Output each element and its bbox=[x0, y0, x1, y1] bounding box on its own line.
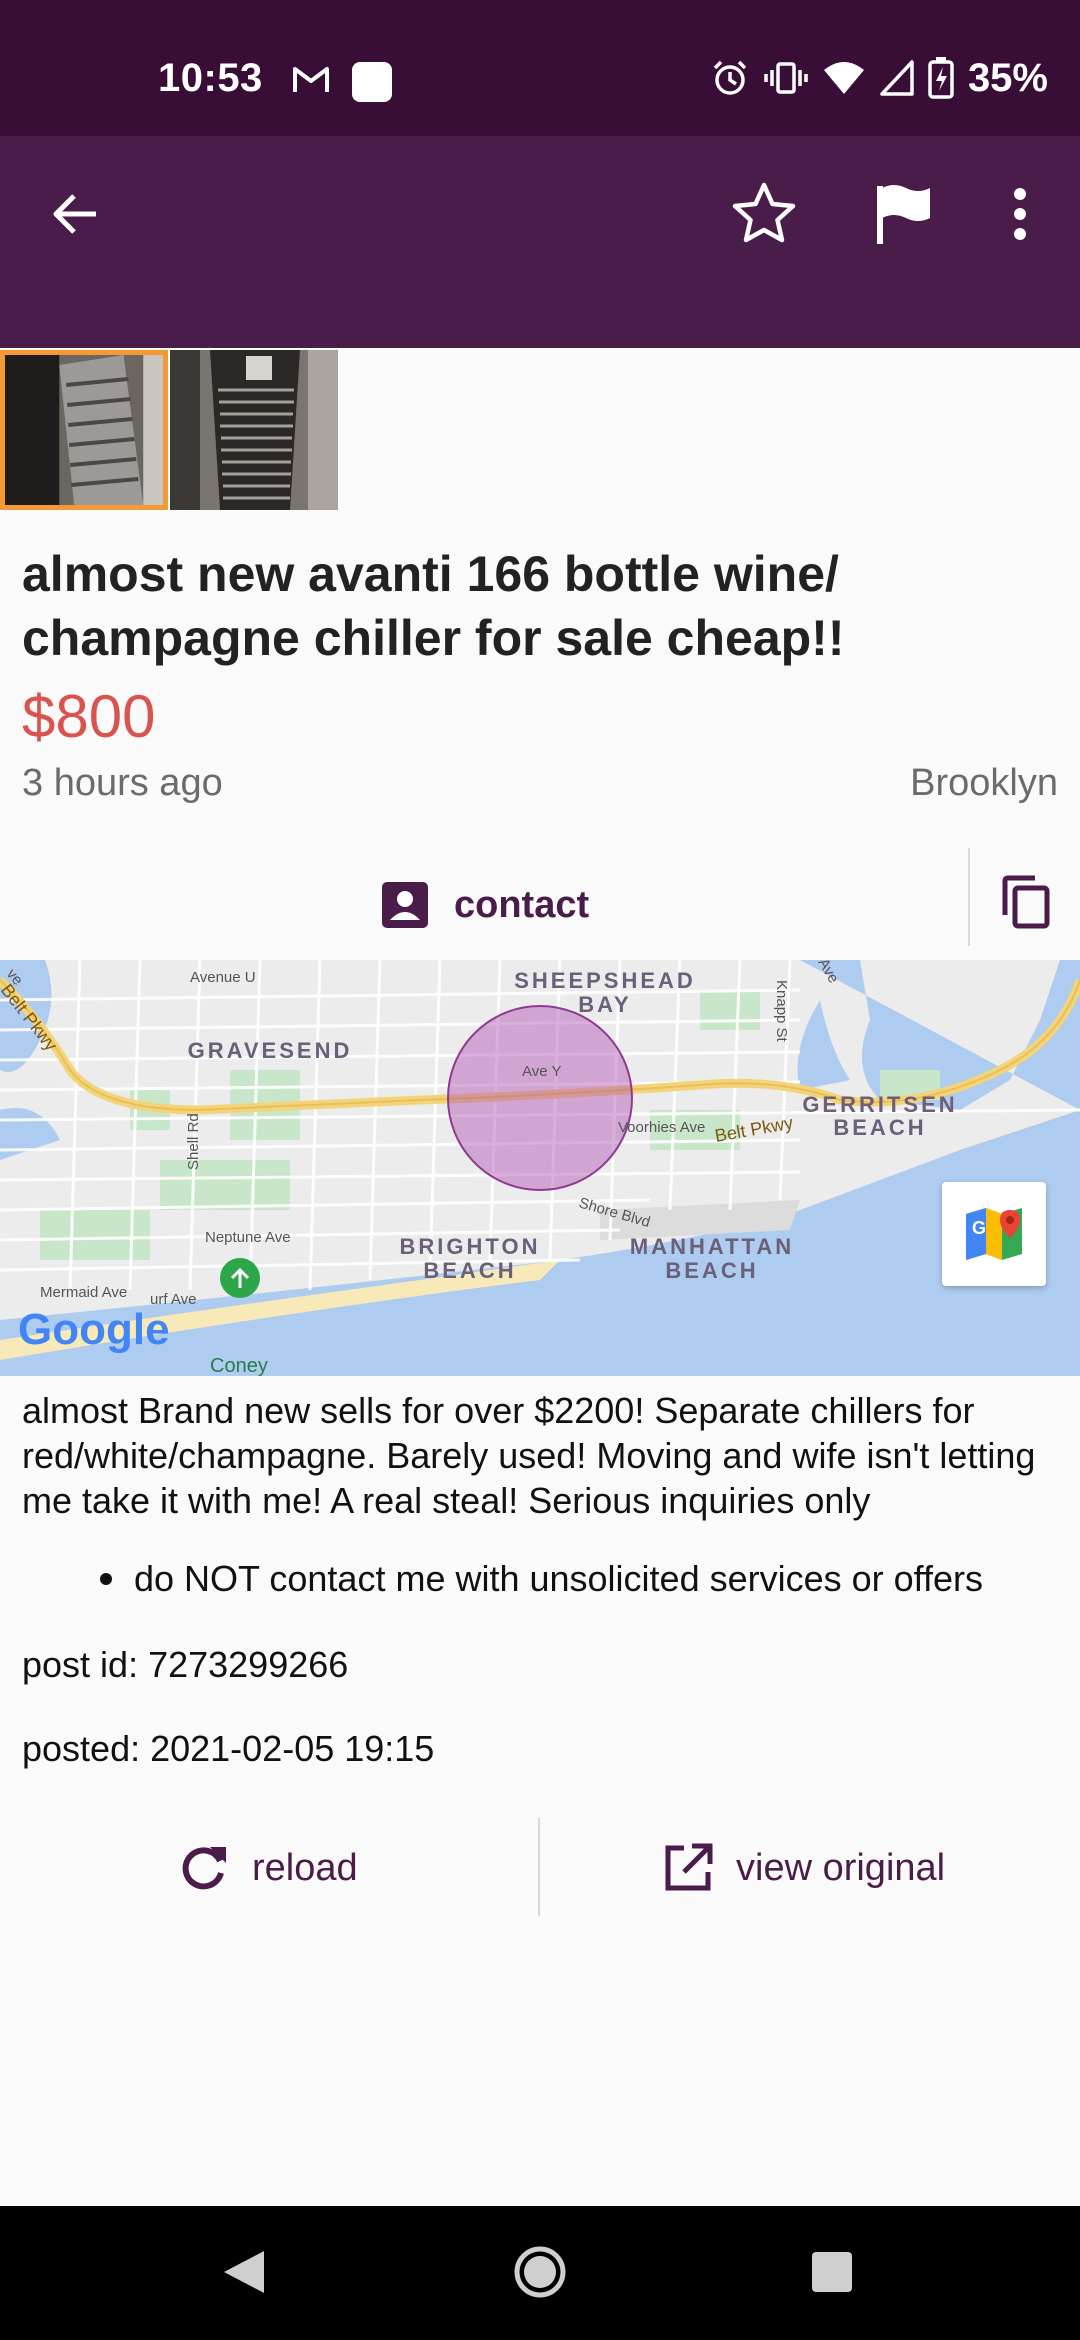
map-label-coney: Coney bbox=[210, 1355, 268, 1376]
view-original-button[interactable]: view original bbox=[662, 1838, 945, 1898]
signal-icon bbox=[880, 60, 914, 96]
alarm-icon bbox=[713, 60, 747, 95]
posted-date: posted: 2021-02-05 19:15 bbox=[22, 1728, 435, 1769]
google-logo: Google bbox=[18, 1305, 170, 1354]
contact-card-icon bbox=[382, 882, 428, 928]
map-label-gravesend: GRAVESEND bbox=[188, 1038, 353, 1063]
bullet-item: do NOT contact me with unsolicited servi… bbox=[100, 1558, 983, 1600]
location-map[interactable]: SHEEPSHEAD BAY GRAVESEND GERRITSEN BEACH… bbox=[0, 960, 1080, 1376]
app-square-icon bbox=[352, 62, 392, 102]
battery-percent: 35% bbox=[967, 55, 1048, 100]
bullet-dot bbox=[100, 1573, 112, 1585]
map-label-gerritsen-beach: BEACH bbox=[833, 1115, 926, 1140]
map-label-shell: Shell Rd bbox=[185, 1113, 202, 1170]
map-label-voorhies: Voorhies Ave bbox=[618, 1119, 705, 1136]
contact-button[interactable]: contact bbox=[380, 870, 589, 940]
open-in-new-icon bbox=[665, 1843, 713, 1891]
map-label-manhattan: MANHATTAN bbox=[630, 1234, 794, 1259]
reload-label: reload bbox=[252, 1846, 358, 1889]
app-bar bbox=[0, 136, 1080, 348]
divider bbox=[538, 1818, 540, 1916]
screen: 10:53 35% almost new avanti 166 bottle w… bbox=[0, 0, 1080, 2340]
map-label-mermaid: Mermaid Ave bbox=[40, 1284, 127, 1301]
map-label-neptune: Neptune Ave bbox=[205, 1229, 291, 1246]
back-triangle-icon[interactable] bbox=[204, 2232, 284, 2312]
star-outline-icon[interactable] bbox=[728, 178, 800, 250]
listing-description: almost Brand new sells for over $2200! S… bbox=[22, 1390, 1036, 1521]
map-label-avenue-u: Avenue U bbox=[190, 969, 256, 986]
gmail-icon bbox=[293, 67, 329, 92]
system-nav-bar bbox=[0, 2206, 1080, 2340]
reload-icon bbox=[182, 1847, 226, 1890]
view-original-label: view original bbox=[736, 1846, 946, 1889]
thumbnail-2[interactable] bbox=[170, 350, 338, 510]
photo-gallery bbox=[0, 350, 340, 512]
thumbnail-1[interactable] bbox=[0, 350, 168, 510]
divider bbox=[968, 848, 970, 946]
status-bar: 10:53 35% bbox=[0, 0, 1080, 136]
map-label-brighton-beach: BEACH bbox=[423, 1258, 516, 1283]
map-label-brighton: BRIGHTON bbox=[400, 1234, 541, 1259]
map-label-knapp: Knapp St bbox=[773, 980, 790, 1043]
flag-icon[interactable] bbox=[868, 178, 940, 250]
back-arrow-icon[interactable] bbox=[40, 178, 112, 250]
wine-chiller-photo bbox=[170, 350, 338, 510]
map-label-manhattan-beach: BEACH bbox=[665, 1258, 758, 1283]
bullet-text: do NOT contact me with unsolicited servi… bbox=[134, 1558, 984, 1599]
reload-button[interactable]: reload bbox=[176, 1838, 358, 1898]
post-id: post id: 7273299266 bbox=[22, 1644, 349, 1685]
listing-time-ago: 3 hours ago bbox=[22, 762, 223, 804]
map-label-gerritsen: GERRITSEN bbox=[802, 1092, 957, 1117]
status-time: 10:53 bbox=[158, 56, 263, 100]
svg-text:G: G bbox=[972, 1218, 986, 1238]
listing-title: almost new avanti 166 bottle wine/ champ… bbox=[22, 546, 845, 666]
more-vert-icon[interactable] bbox=[984, 178, 1056, 250]
contact-label: contact bbox=[454, 883, 590, 926]
copy-icon[interactable] bbox=[994, 870, 1058, 934]
listing-price: $800 bbox=[22, 683, 156, 750]
battery-icon bbox=[928, 57, 954, 99]
listing-location: Brooklyn bbox=[910, 762, 1058, 804]
status-icons: 35% bbox=[710, 56, 1048, 100]
map-label-ave-y: Ave Y bbox=[522, 1063, 561, 1080]
map-label-sheepshead: SHEEPSHEAD bbox=[514, 968, 696, 993]
contact-row: contact bbox=[0, 848, 1080, 960]
vibrate-icon bbox=[764, 62, 808, 94]
map-canvas: SHEEPSHEAD BAY GRAVESEND GERRITSEN BEACH… bbox=[0, 960, 1080, 1376]
home-circle-icon[interactable] bbox=[500, 2232, 580, 2312]
map-label-sheepshead-bay: BAY bbox=[578, 992, 631, 1017]
google-maps-icon[interactable]: G bbox=[942, 1182, 1046, 1286]
recents-square-icon[interactable] bbox=[792, 2232, 872, 2312]
wine-chiller-photo bbox=[5, 355, 163, 505]
wifi-icon bbox=[823, 62, 864, 94]
